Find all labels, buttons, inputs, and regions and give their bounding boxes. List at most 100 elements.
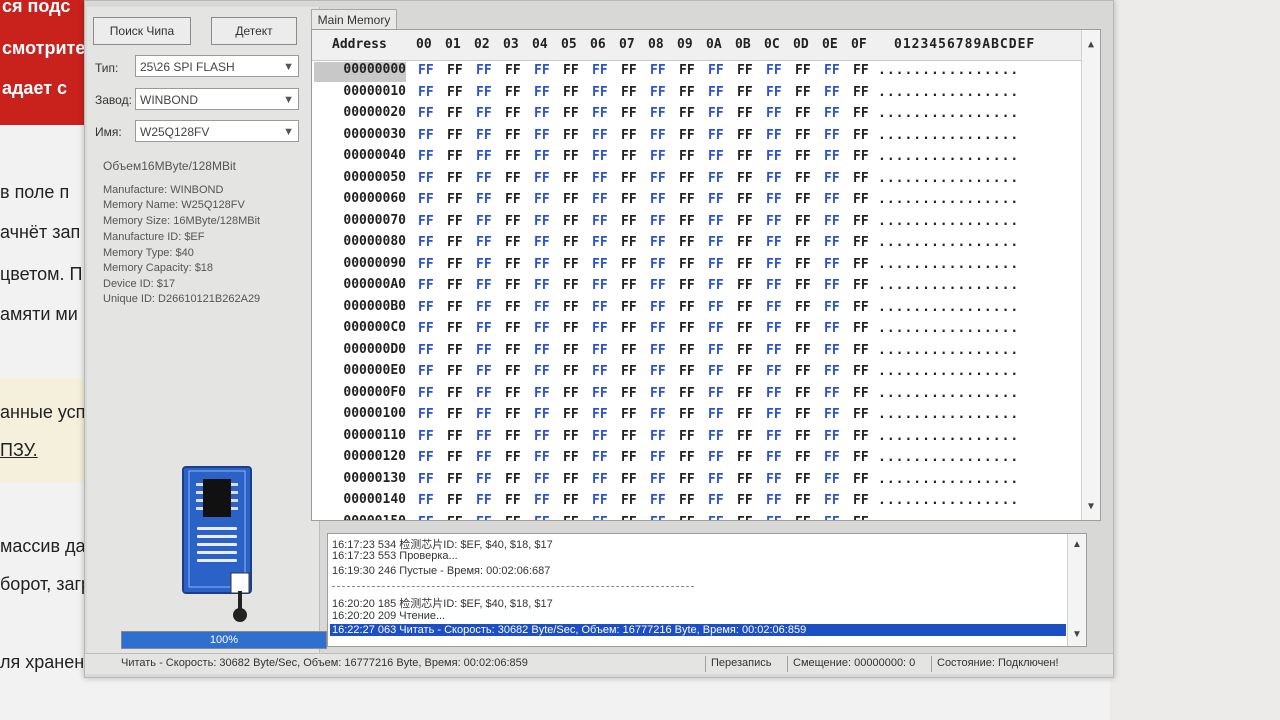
- byte-cell[interactable]: FF: [795, 149, 811, 164]
- byte-cell[interactable]: FF: [737, 106, 753, 121]
- byte-cell[interactable]: FF: [766, 472, 782, 487]
- type-select[interactable]: 25\26 SPI FLASH ▼: [135, 55, 299, 77]
- byte-cell[interactable]: FF: [563, 257, 579, 272]
- byte-cell[interactable]: FF: [418, 106, 434, 121]
- byte-cell[interactable]: FF: [621, 450, 637, 465]
- byte-cell[interactable]: FF: [418, 386, 434, 401]
- byte-cell[interactable]: FF: [418, 149, 434, 164]
- byte-cell[interactable]: FF: [824, 343, 840, 358]
- byte-cell[interactable]: FF: [708, 472, 724, 487]
- hex-editor[interactable]: Address 00 01 02 03 04 05 06 07 08 09 0A 0B 0C 0D 0E 0F…: [311, 29, 1101, 521]
- byte-cell[interactable]: FF: [766, 364, 782, 379]
- byte-cell[interactable]: FF: [476, 278, 492, 293]
- byte-cell[interactable]: FF: [505, 85, 521, 100]
- byte-cell[interactable]: FF: [418, 450, 434, 465]
- byte-cell[interactable]: FF: [447, 343, 463, 358]
- byte-cell[interactable]: FF: [534, 321, 550, 336]
- byte-cell[interactable]: FF: [592, 171, 608, 186]
- detect-button[interactable]: Детект: [211, 17, 297, 45]
- byte-cell[interactable]: FF: [708, 214, 724, 229]
- byte-cell[interactable]: FF: [563, 235, 579, 250]
- byte-cell[interactable]: FF: [824, 85, 840, 100]
- byte-cell[interactable]: FF: [708, 257, 724, 272]
- byte-cell[interactable]: FF: [766, 515, 782, 521]
- byte-cell[interactable]: FF: [737, 300, 753, 315]
- byte-cell[interactable]: FF: [621, 128, 637, 143]
- byte-cell[interactable]: FF: [737, 343, 753, 358]
- byte-cell[interactable]: FF: [824, 214, 840, 229]
- byte-cell[interactable]: FF: [418, 343, 434, 358]
- byte-cell[interactable]: FF: [853, 192, 869, 207]
- byte-cell[interactable]: FF: [534, 85, 550, 100]
- byte-cell[interactable]: FF: [737, 63, 753, 78]
- byte-cell[interactable]: FF: [766, 343, 782, 358]
- byte-cell[interactable]: FF: [563, 128, 579, 143]
- byte-cell[interactable]: FF: [708, 235, 724, 250]
- byte-cell[interactable]: FF: [795, 450, 811, 465]
- byte-cell[interactable]: FF: [534, 63, 550, 78]
- byte-cell[interactable]: FF: [563, 321, 579, 336]
- byte-cell[interactable]: FF: [418, 515, 434, 521]
- byte-cell[interactable]: FF: [505, 515, 521, 521]
- byte-cell[interactable]: FF: [476, 493, 492, 508]
- byte-cell[interactable]: FF: [795, 214, 811, 229]
- byte-cell[interactable]: FF: [824, 128, 840, 143]
- byte-cell[interactable]: FF: [418, 407, 434, 422]
- byte-cell[interactable]: FF: [679, 364, 695, 379]
- byte-cell[interactable]: FF: [824, 429, 840, 444]
- byte-cell[interactable]: FF: [592, 386, 608, 401]
- byte-cell[interactable]: FF: [795, 515, 811, 521]
- byte-cell[interactable]: FF: [534, 472, 550, 487]
- byte-cell[interactable]: FF: [824, 493, 840, 508]
- byte-cell[interactable]: FF: [592, 472, 608, 487]
- byte-cell[interactable]: FF: [592, 364, 608, 379]
- byte-cell[interactable]: FF: [679, 343, 695, 358]
- byte-cell[interactable]: FF: [650, 85, 666, 100]
- byte-cell[interactable]: FF: [476, 429, 492, 444]
- byte-cell[interactable]: FF: [418, 429, 434, 444]
- byte-cell[interactable]: FF: [592, 493, 608, 508]
- byte-cell[interactable]: FF: [650, 300, 666, 315]
- byte-cell[interactable]: FF: [708, 321, 724, 336]
- byte-cell[interactable]: FF: [505, 429, 521, 444]
- byte-cell[interactable]: FF: [476, 257, 492, 272]
- byte-cell[interactable]: FF: [621, 257, 637, 272]
- byte-cell[interactable]: FF: [505, 149, 521, 164]
- byte-cell[interactable]: FF: [679, 321, 695, 336]
- byte-cell[interactable]: FF: [708, 85, 724, 100]
- byte-cell[interactable]: FF: [621, 235, 637, 250]
- tab-main-memory[interactable]: Main Memory: [311, 9, 397, 30]
- byte-cell[interactable]: FF: [824, 171, 840, 186]
- byte-cell[interactable]: FF: [563, 63, 579, 78]
- byte-cell[interactable]: FF: [853, 429, 869, 444]
- byte-cell[interactable]: FF: [766, 321, 782, 336]
- byte-cell[interactable]: FF: [853, 300, 869, 315]
- byte-cell[interactable]: FF: [505, 343, 521, 358]
- byte-cell[interactable]: FF: [650, 128, 666, 143]
- byte-cell[interactable]: FF: [766, 407, 782, 422]
- byte-cell[interactable]: FF: [505, 257, 521, 272]
- byte-cell[interactable]: FF: [476, 364, 492, 379]
- byte-cell[interactable]: FF: [592, 192, 608, 207]
- byte-cell[interactable]: FF: [563, 300, 579, 315]
- byte-cell[interactable]: FF: [824, 257, 840, 272]
- byte-cell[interactable]: FF: [447, 149, 463, 164]
- hex-scrollbar[interactable]: ▲ ▼: [1081, 30, 1100, 520]
- byte-cell[interactable]: FF: [853, 106, 869, 121]
- byte-cell[interactable]: FF: [534, 235, 550, 250]
- byte-cell[interactable]: FF: [650, 364, 666, 379]
- byte-cell[interactable]: FF: [621, 515, 637, 521]
- byte-cell[interactable]: FF: [447, 364, 463, 379]
- byte-cell[interactable]: FF: [679, 257, 695, 272]
- byte-cell[interactable]: FF: [418, 257, 434, 272]
- byte-cell[interactable]: FF: [824, 149, 840, 164]
- byte-cell[interactable]: FF: [766, 278, 782, 293]
- byte-cell[interactable]: FF: [679, 149, 695, 164]
- byte-cell[interactable]: FF: [650, 171, 666, 186]
- byte-cell[interactable]: FF: [621, 300, 637, 315]
- byte-cell[interactable]: FF: [418, 300, 434, 315]
- byte-cell[interactable]: FF: [708, 386, 724, 401]
- byte-cell[interactable]: FF: [447, 171, 463, 186]
- byte-cell[interactable]: FF: [621, 171, 637, 186]
- byte-cell[interactable]: FF: [563, 278, 579, 293]
